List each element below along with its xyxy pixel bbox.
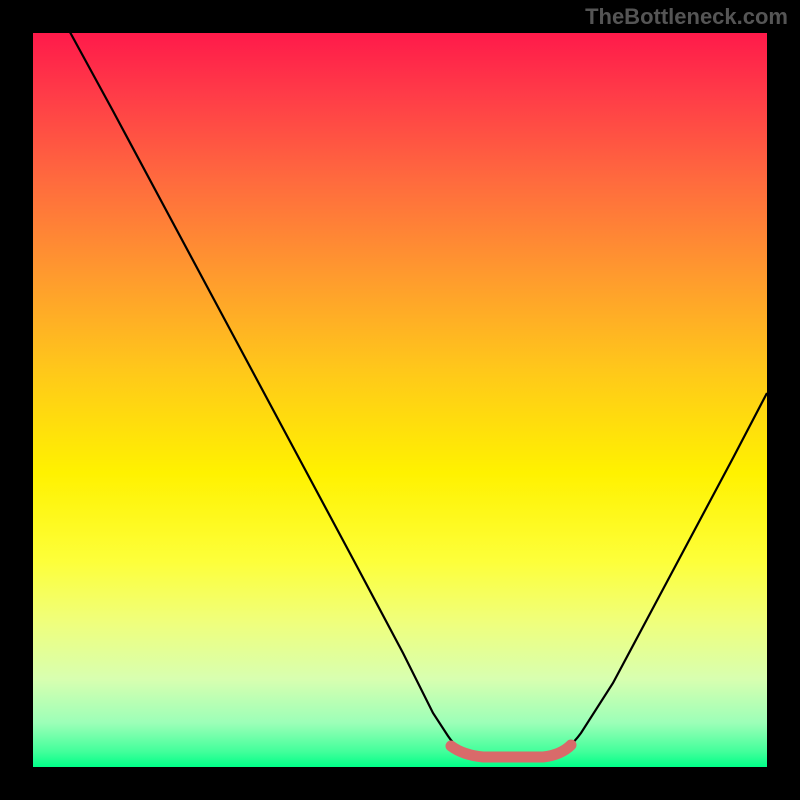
- curve-right-branch: [553, 393, 767, 755]
- curve-left-branch: [65, 23, 473, 755]
- optimal-range-marker: [451, 745, 571, 757]
- bottleneck-chart: [33, 33, 767, 767]
- watermark-text: TheBottleneck.com: [585, 4, 788, 30]
